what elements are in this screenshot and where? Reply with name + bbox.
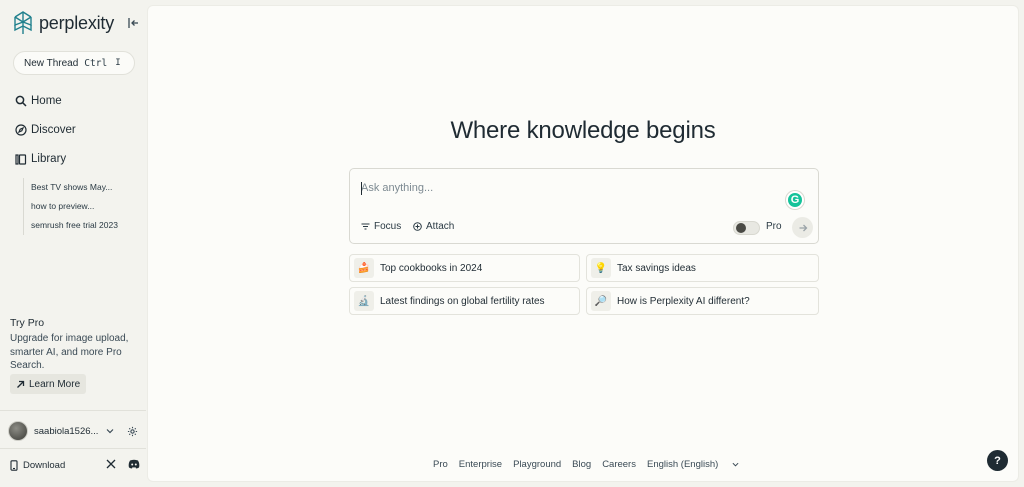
divider bbox=[0, 448, 146, 449]
library-thread[interactable]: how to preview... bbox=[31, 197, 118, 216]
plus-circle-icon bbox=[413, 222, 422, 231]
new-thread-button[interactable]: New Thread Ctrl I bbox=[13, 51, 135, 75]
attach-button[interactable]: Attach bbox=[413, 221, 454, 232]
arrow-right-icon bbox=[799, 224, 807, 231]
footer-link-blog[interactable]: Blog bbox=[572, 459, 591, 470]
sidebar-item-label: Discover bbox=[31, 124, 76, 136]
arrow-up-right-icon bbox=[17, 380, 25, 388]
user-menu[interactable]: saabiola1526... bbox=[8, 421, 140, 441]
sidebar-item-home[interactable]: Home bbox=[15, 95, 62, 107]
suggestion-card[interactable]: 🔬 Latest findings on global fertility ra… bbox=[349, 287, 580, 315]
try-pro-title: Try Pro bbox=[10, 317, 45, 329]
bottom-bar: Download bbox=[10, 458, 140, 472]
sidebar-item-label: Home bbox=[31, 95, 62, 107]
suggestion-card[interactable]: 💡 Tax savings ideas bbox=[586, 254, 819, 282]
shortcut-key-i: I bbox=[115, 58, 121, 68]
suggestion-label: Tax savings ideas bbox=[617, 262, 696, 274]
sidebar-item-discover[interactable]: Discover bbox=[15, 124, 76, 136]
logo[interactable]: perplexity bbox=[12, 11, 114, 35]
suggestion-label: How is Perplexity AI different? bbox=[617, 295, 750, 307]
microscope-icon: 🔬 bbox=[354, 291, 374, 311]
focus-label: Focus bbox=[374, 221, 402, 232]
footer-link-playground[interactable]: Playground bbox=[513, 459, 561, 470]
collapse-sidebar-icon[interactable] bbox=[126, 16, 140, 30]
phone-icon bbox=[10, 459, 18, 471]
suggestion-label: Latest findings on global fertility rate… bbox=[380, 295, 545, 307]
search-box: G Focus Attach Pro bbox=[349, 168, 819, 244]
magnifier-icon: 🔎 bbox=[591, 291, 611, 311]
main-panel: Where knowledge begins G Focus Attach Pr… bbox=[147, 5, 1019, 482]
suggestion-label: Top cookbooks in 2024 bbox=[380, 262, 483, 274]
chevron-down-icon[interactable] bbox=[106, 427, 114, 435]
compass-icon bbox=[15, 124, 27, 136]
library-list: Best TV shows May... how to preview... s… bbox=[23, 178, 118, 235]
logo-text: perplexity bbox=[39, 12, 115, 33]
footer-links: Pro Enterprise Playground Blog Careers E… bbox=[433, 459, 750, 470]
footer-link-pro[interactable]: Pro bbox=[433, 459, 448, 470]
filter-icon bbox=[361, 223, 370, 230]
discord-icon[interactable] bbox=[128, 459, 140, 469]
page-title: Where knowledge begins bbox=[450, 117, 716, 144]
search-icon bbox=[15, 95, 27, 107]
help-button[interactable]: ? bbox=[987, 450, 1008, 471]
lightbulb-icon: 💡 bbox=[591, 258, 611, 278]
library-thread[interactable]: Best TV shows May... bbox=[31, 178, 118, 197]
try-pro-description: Upgrade for image upload, smarter AI, an… bbox=[10, 333, 129, 371]
library-thread[interactable]: semrush free trial 2023 bbox=[31, 216, 118, 235]
learn-more-button[interactable]: Learn More bbox=[10, 374, 87, 394]
language-label: English (English) bbox=[646, 459, 719, 470]
attach-label: Attach bbox=[426, 221, 455, 232]
suggestion-card[interactable]: 🔎 How is Perplexity AI different? bbox=[586, 287, 819, 315]
username: saabiola1526... bbox=[34, 425, 99, 437]
chevron-down-icon bbox=[732, 462, 739, 467]
perplexity-logo-icon bbox=[14, 11, 32, 34]
sidebar: perplexity New Thread Ctrl I Home Discov… bbox=[0, 0, 146, 487]
toggle-knob bbox=[736, 223, 746, 233]
pro-label: Pro bbox=[766, 221, 782, 232]
sidebar-item-library[interactable]: Library bbox=[15, 153, 66, 165]
try-pro-panel: Try Pro Upgrade for image upload, smarte… bbox=[10, 317, 144, 373]
x-twitter-icon[interactable] bbox=[106, 459, 116, 469]
focus-button[interactable]: Focus bbox=[361, 221, 401, 232]
avatar bbox=[8, 421, 28, 441]
library-icon bbox=[15, 154, 27, 165]
cake-icon: 🍰 bbox=[354, 258, 374, 278]
search-input[interactable] bbox=[361, 182, 661, 194]
download-link[interactable]: Download bbox=[23, 460, 65, 471]
suggestion-card[interactable]: 🍰 Top cookbooks in 2024 bbox=[349, 254, 580, 282]
new-thread-label: New Thread bbox=[24, 57, 79, 69]
gear-icon[interactable] bbox=[127, 426, 138, 437]
grammarly-icon[interactable]: G bbox=[786, 191, 804, 209]
divider bbox=[0, 410, 146, 411]
footer-link-careers[interactable]: Careers bbox=[602, 459, 636, 470]
learn-more-label: Learn More bbox=[29, 378, 81, 390]
footer-link-enterprise[interactable]: Enterprise bbox=[459, 459, 502, 470]
shortcut-key-ctrl: Ctrl bbox=[84, 57, 108, 69]
text-cursor bbox=[361, 182, 362, 195]
pro-toggle[interactable] bbox=[733, 221, 760, 235]
sidebar-item-label: Library bbox=[31, 153, 67, 165]
language-selector[interactable]: English (English) bbox=[647, 459, 739, 470]
submit-button[interactable] bbox=[792, 217, 813, 238]
